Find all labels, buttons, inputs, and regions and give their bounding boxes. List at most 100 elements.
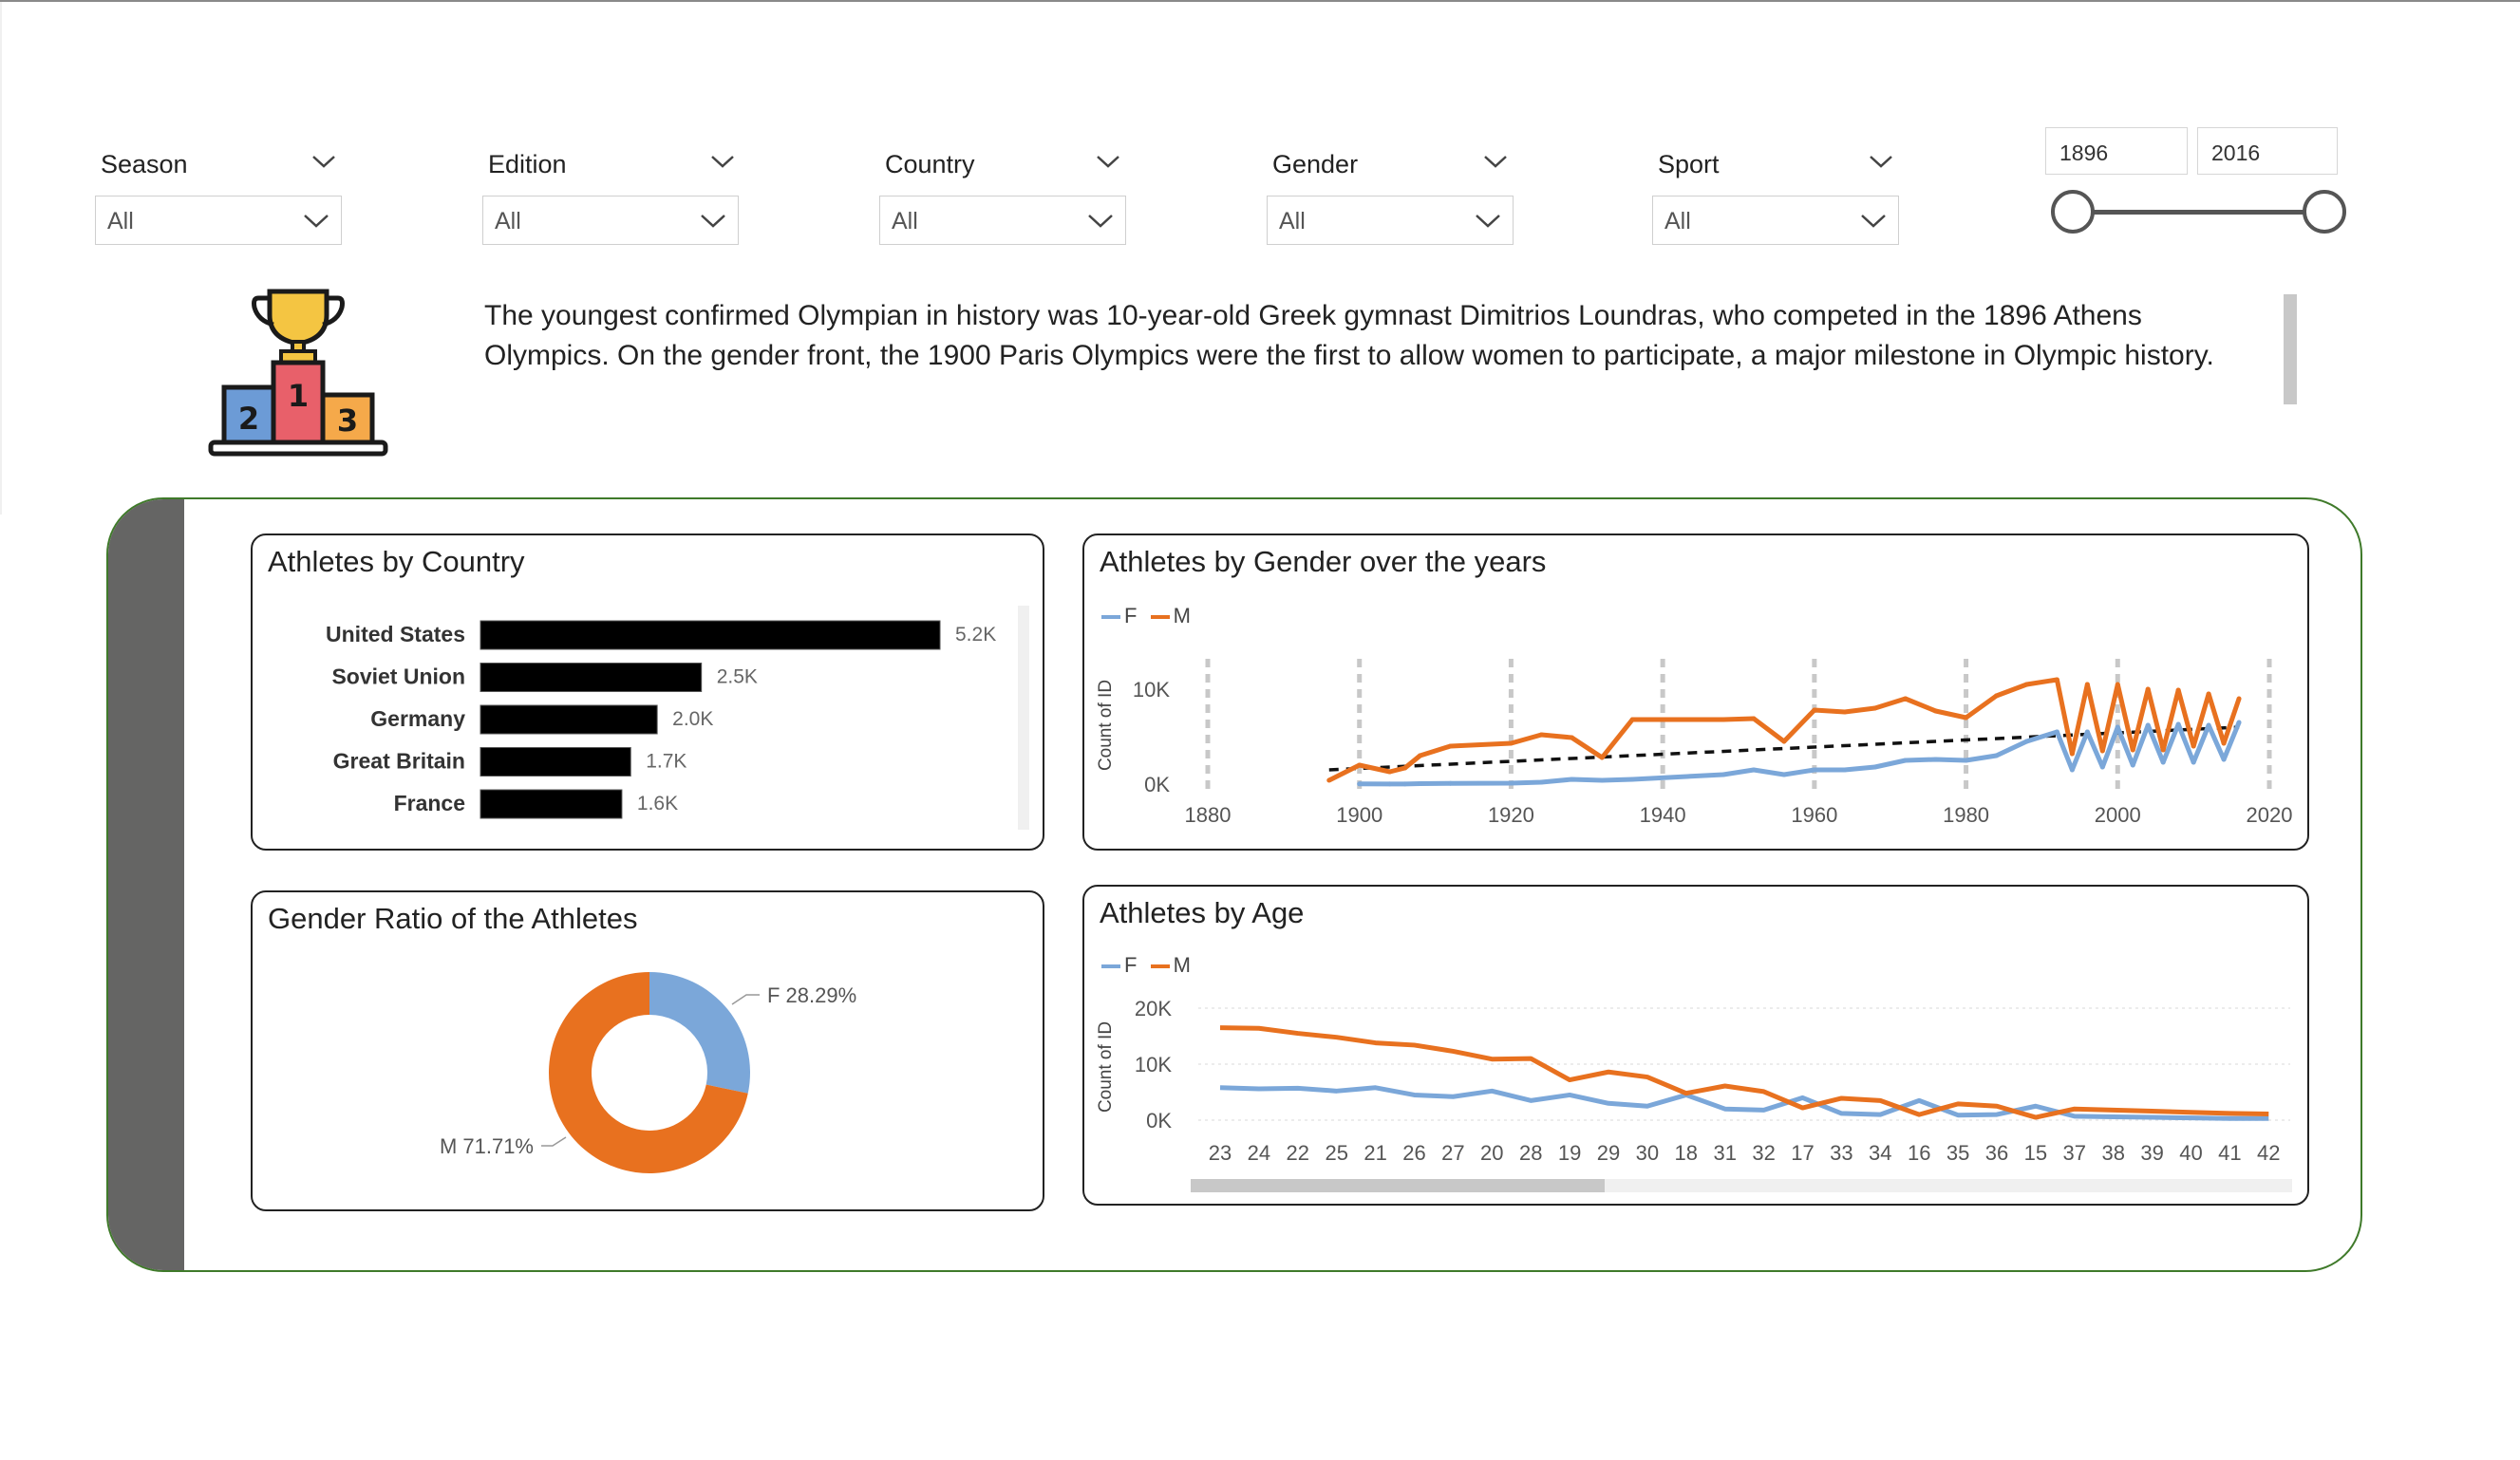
podium-place-1-label: 1 — [288, 378, 309, 414]
data-point — [2099, 748, 2105, 754]
x-tick-label: 34 — [1869, 1141, 1891, 1165]
category-label: France — [394, 791, 465, 815]
slicer-sport[interactable]: Sport All — [1652, 142, 1899, 245]
fact-scrollbar[interactable] — [2284, 294, 2297, 404]
data-point — [2221, 757, 2227, 762]
chevron-down-icon[interactable] — [1867, 152, 1895, 171]
year-range-start-handle[interactable] — [2051, 190, 2095, 234]
data-point — [1994, 753, 2000, 758]
chevron-down-icon — [1088, 215, 1113, 228]
data-point — [1357, 781, 1363, 787]
category-label: Soviet Union — [331, 664, 465, 689]
data-point — [2130, 762, 2135, 768]
data-label: F 28.29% — [767, 983, 856, 1007]
series-line-f — [1219, 1085, 2269, 1121]
slicer-season[interactable]: Season All — [95, 142, 342, 245]
data-point — [2115, 724, 2120, 730]
data-point — [1629, 777, 1635, 782]
data-point — [1402, 765, 1408, 771]
country-bar-chart: United States 5.2K Soviet Union 2.5K Germany… — [326, 606, 1029, 830]
top-border-line — [0, 0, 2520, 2]
x-tick-label: 1900 — [1336, 803, 1382, 827]
y-tick-label: 20K — [1135, 997, 1172, 1020]
slicer-gender-dropdown[interactable]: All — [1267, 196, 1514, 245]
chevron-down-icon[interactable] — [708, 152, 737, 171]
data-point — [1903, 696, 1909, 702]
series-line-m — [1219, 1025, 2269, 1120]
x-tick-label: 16 — [1908, 1141, 1930, 1165]
x-tick-label: 19 — [1558, 1141, 1581, 1165]
x-tick-label: 35 — [1946, 1141, 1969, 1165]
data-point — [2160, 759, 2166, 765]
data-point — [2145, 722, 2151, 728]
data-point — [2236, 720, 2242, 725]
scrollbar-thumb[interactable] — [1191, 1179, 1605, 1192]
x-tick-label: 21 — [1363, 1141, 1386, 1165]
x-tick-label: 27 — [1441, 1141, 1464, 1165]
chevron-down-icon — [701, 215, 725, 228]
bar — [480, 663, 703, 692]
y-axis-label: Count of ID — [1096, 1021, 1116, 1113]
data-label: M 71.71% — [440, 1134, 534, 1158]
x-tick-label: 24 — [1248, 1141, 1270, 1165]
slicer-country-value: All — [892, 208, 918, 234]
scrollbar-track — [1018, 606, 1029, 830]
chevron-down-icon[interactable] — [1481, 152, 1510, 171]
y-tick-label: 0K — [1146, 1109, 1172, 1132]
data-point — [1357, 762, 1363, 768]
x-tick-label: 41 — [2218, 1141, 2241, 1165]
y-tick-label: 10K — [1133, 678, 1170, 702]
slicer-edition-label: Edition — [488, 150, 567, 178]
data-point — [1387, 769, 1393, 775]
data-label: 5.2K — [955, 624, 996, 646]
panel-side-bar — [108, 499, 184, 1270]
y-tick-label: 10K — [1135, 1053, 1172, 1076]
leader-line — [731, 994, 760, 1005]
data-point — [1721, 772, 1726, 777]
data-point — [1781, 772, 1787, 777]
x-tick-label: 37 — [2063, 1141, 2086, 1165]
category-label: Great Britain — [333, 749, 465, 774]
slicer-gender[interactable]: Gender All — [1267, 142, 1514, 245]
chevron-down-icon — [1476, 215, 1500, 228]
year-range-end-handle[interactable] — [2303, 190, 2346, 234]
data-point — [1629, 717, 1635, 722]
slicer-gender-label: Gender — [1272, 150, 1359, 178]
chart-athletes-by-gender-over-years: Athletes by Gender over the years F M 18… — [1082, 533, 2309, 851]
data-point — [1508, 780, 1514, 786]
x-tick-label: 25 — [1325, 1141, 1347, 1165]
x-tick-label: 2000 — [2095, 803, 2141, 827]
data-point — [2084, 682, 2090, 687]
data-point — [1933, 757, 1939, 762]
slicer-country-dropdown[interactable]: All — [879, 196, 1126, 245]
year-range-end-input[interactable]: 2016 — [2197, 127, 2338, 175]
data-point — [2069, 751, 2075, 757]
slicer-edition-dropdown[interactable]: All — [482, 196, 739, 245]
data-point — [1842, 709, 1848, 715]
chevron-down-icon[interactable] — [1094, 152, 1122, 171]
leader-line — [541, 1136, 567, 1147]
data-point — [1448, 743, 1454, 749]
slicer-sport-dropdown[interactable]: All — [1652, 196, 1899, 245]
slicer-season-dropdown[interactable]: All — [95, 196, 342, 245]
slicer-edition[interactable]: Edition All — [482, 142, 739, 245]
y-axis-label: Count of ID — [1096, 680, 1116, 771]
chevron-down-icon[interactable] — [310, 152, 338, 171]
x-tick-label: 30 — [1636, 1141, 1659, 1165]
x-tick-label: 15 — [2024, 1141, 2047, 1165]
data-point — [2206, 691, 2211, 697]
data-point — [1964, 758, 1969, 763]
data-point — [2023, 682, 2029, 687]
data-point — [1721, 717, 1726, 722]
slicer-country[interactable]: Country All — [879, 142, 1126, 245]
data-point — [1569, 735, 1574, 740]
data-point — [1402, 781, 1408, 787]
data-point — [1599, 777, 1605, 783]
year-range-start-input[interactable]: 1896 — [2045, 127, 2188, 175]
data-point — [2160, 747, 2166, 753]
fact-text: The youngest confirmed Olympian in histo… — [484, 300, 2214, 371]
data-point — [1418, 753, 1423, 758]
category-label: United States — [326, 622, 465, 646]
bar — [480, 747, 631, 777]
year-range-track[interactable] — [2074, 210, 2325, 215]
